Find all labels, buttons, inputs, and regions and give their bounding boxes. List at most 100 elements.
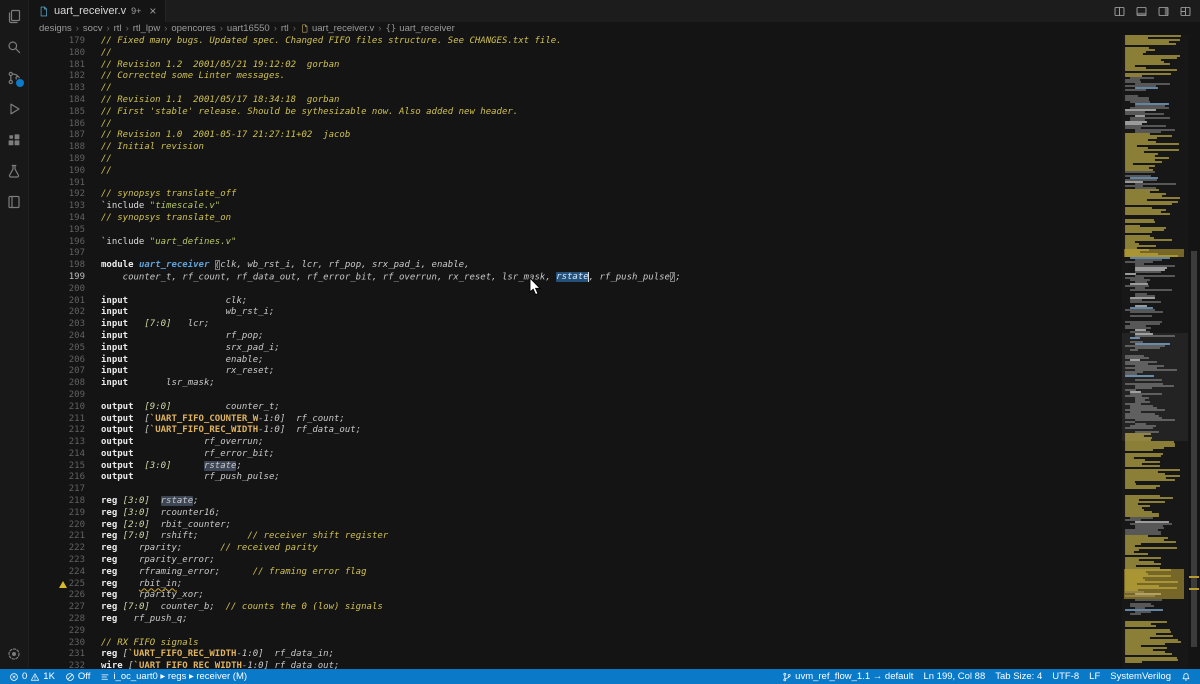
customize-layout-icon[interactable] bbox=[1179, 5, 1192, 18]
line-number[interactable]: 224 bbox=[29, 567, 85, 579]
line-number[interactable]: 230 bbox=[29, 638, 85, 650]
line-number[interactable]: 223 bbox=[29, 555, 85, 567]
breadcrumb-item-rtl-lpw[interactable]: rtl_lpw bbox=[133, 23, 160, 34]
status-item-branch[interactable]: uvm_ref_flow_1.1 → default bbox=[777, 669, 918, 684]
code-line[interactable]: 215output [3:0] rstate; bbox=[29, 461, 1122, 473]
line-number[interactable]: 193 bbox=[29, 201, 85, 213]
code-line[interactable]: 196`include "uart_defines.v" bbox=[29, 237, 1122, 249]
line-number[interactable]: 232 bbox=[29, 661, 85, 669]
notebook-icon[interactable] bbox=[0, 186, 28, 217]
line-number[interactable]: 198 bbox=[29, 260, 85, 272]
code-line[interactable]: 185// First 'stable' release. Should be … bbox=[29, 107, 1122, 119]
code-line[interactable]: 191 bbox=[29, 178, 1122, 190]
split-editor-icon[interactable] bbox=[1113, 5, 1126, 18]
line-number[interactable]: 204 bbox=[29, 331, 85, 343]
code-line[interactable]: 228reg rf_push_q; bbox=[29, 614, 1122, 626]
line-number[interactable]: 179 bbox=[29, 36, 85, 48]
explorer-icon[interactable] bbox=[0, 0, 28, 31]
breadcrumb-item-uart-receiver-v[interactable]: uart_receiver.v bbox=[300, 23, 374, 34]
line-number[interactable]: 188 bbox=[29, 142, 85, 154]
line-number[interactable]: 228 bbox=[29, 614, 85, 626]
line-number[interactable]: 183 bbox=[29, 83, 85, 95]
breadcrumb-item-opencores[interactable]: opencores bbox=[171, 23, 215, 34]
code-line[interactable]: 201input clk; bbox=[29, 296, 1122, 308]
line-number[interactable]: 203 bbox=[29, 319, 85, 331]
code-line[interactable]: 193`include "timescale.v" bbox=[29, 201, 1122, 213]
code-line[interactable]: 202input wb_rst_i; bbox=[29, 307, 1122, 319]
settings-gear-icon[interactable] bbox=[0, 638, 28, 669]
code-line[interactable]: 197 bbox=[29, 248, 1122, 260]
code-line[interactable]: 186// bbox=[29, 119, 1122, 131]
code-line[interactable]: 222reg rparity; // received parity bbox=[29, 543, 1122, 555]
minimap-slider[interactable] bbox=[1122, 333, 1188, 441]
status-item-eol[interactable]: LF bbox=[1084, 669, 1105, 684]
line-number[interactable]: 222 bbox=[29, 543, 85, 555]
code-line[interactable]: 227reg [7:0] counter_b; // counts the 0 … bbox=[29, 602, 1122, 614]
code-line[interactable]: 190// bbox=[29, 166, 1122, 178]
breadcrumb-item-rtl[interactable]: rtl bbox=[281, 23, 289, 34]
code-line[interactable]: 225reg rbit_in; bbox=[29, 579, 1122, 591]
line-number[interactable]: 199 bbox=[29, 272, 85, 284]
status-item-encoding[interactable]: UTF-8 bbox=[1047, 669, 1084, 684]
code-line[interactable]: 199 counter_t, rf_count, rf_data_out, rf… bbox=[29, 272, 1122, 284]
code-line[interactable]: 226reg rparity_xor; bbox=[29, 590, 1122, 602]
code-line[interactable]: 180// bbox=[29, 48, 1122, 60]
toggle-secondary-sidebar-icon[interactable] bbox=[1157, 5, 1170, 18]
code-line[interactable]: 223reg rparity_error; bbox=[29, 555, 1122, 567]
line-number[interactable]: 229 bbox=[29, 626, 85, 638]
code-line[interactable]: 183// bbox=[29, 83, 1122, 95]
line-number[interactable]: 185 bbox=[29, 107, 85, 119]
code-line[interactable]: 182// Corrected some Linter messages. bbox=[29, 71, 1122, 83]
line-number[interactable]: 182 bbox=[29, 71, 85, 83]
extensions-icon[interactable] bbox=[0, 124, 28, 155]
run-debug-icon[interactable] bbox=[0, 93, 28, 124]
line-number[interactable]: 212 bbox=[29, 425, 85, 437]
line-number[interactable]: 208 bbox=[29, 378, 85, 390]
code-line[interactable]: 212output [`UART_FIFO_REC_WIDTH-1:0] rf_… bbox=[29, 425, 1122, 437]
line-number[interactable]: 200 bbox=[29, 284, 85, 296]
breadcrumb-item-uart16550[interactable]: uart16550 bbox=[227, 23, 270, 34]
line-number[interactable]: 216 bbox=[29, 472, 85, 484]
code-line[interactable]: 189// bbox=[29, 154, 1122, 166]
code-line[interactable]: 230// RX FIFO signals bbox=[29, 638, 1122, 650]
code-line[interactable]: 214output rf_error_bit; bbox=[29, 449, 1122, 461]
code-line[interactable]: 211output [`UART_FIFO_COUNTER_W-1:0] rf_… bbox=[29, 414, 1122, 426]
line-number[interactable]: 186 bbox=[29, 119, 85, 131]
line-number[interactable]: 180 bbox=[29, 48, 85, 60]
code-line[interactable]: 220reg [2:0] rbit_counter; bbox=[29, 520, 1122, 532]
code-line[interactable]: 200 bbox=[29, 284, 1122, 296]
line-number[interactable]: 221 bbox=[29, 531, 85, 543]
code-line[interactable]: 198module uart_receiver (clk, wb_rst_i, … bbox=[29, 260, 1122, 272]
line-number[interactable]: 201 bbox=[29, 296, 85, 308]
line-number[interactable]: 218 bbox=[29, 496, 85, 508]
line-number[interactable]: 181 bbox=[29, 60, 85, 72]
code-line[interactable]: 210output [9:0] counter_t; bbox=[29, 402, 1122, 414]
search-icon[interactable] bbox=[0, 31, 28, 62]
code-line[interactable]: 219reg [3:0] rcounter16; bbox=[29, 508, 1122, 520]
code-line[interactable]: 221reg [7:0] rshift; // receiver shift r… bbox=[29, 531, 1122, 543]
code-line[interactable]: 231reg [`UART_FIFO_REC_WIDTH-1:0] rf_dat… bbox=[29, 649, 1122, 661]
line-number[interactable]: 184 bbox=[29, 95, 85, 107]
line-number[interactable]: 194 bbox=[29, 213, 85, 225]
breadcrumb-item-designs[interactable]: designs bbox=[39, 23, 72, 34]
status-item-indentation[interactable]: Tab Size: 4 bbox=[990, 669, 1047, 684]
code-line[interactable]: 216output rf_push_pulse; bbox=[29, 472, 1122, 484]
line-number[interactable]: 211 bbox=[29, 414, 85, 426]
line-number[interactable]: 217 bbox=[29, 484, 85, 496]
status-item-notifications[interactable] bbox=[1176, 669, 1196, 684]
code-line[interactable]: 218reg [3:0] rstate; bbox=[29, 496, 1122, 508]
code-line[interactable]: 207input rx_reset; bbox=[29, 366, 1122, 378]
line-number[interactable]: 205 bbox=[29, 343, 85, 355]
code-line[interactable]: 184// Revision 1.1 2001/05/17 18:34:18 g… bbox=[29, 95, 1122, 107]
line-number[interactable]: 190 bbox=[29, 166, 85, 178]
close-icon[interactable]: × bbox=[149, 5, 156, 17]
code-line[interactable]: 203input [7:0] lcr; bbox=[29, 319, 1122, 331]
code-line[interactable]: 206input enable; bbox=[29, 355, 1122, 367]
line-number[interactable]: 210 bbox=[29, 402, 85, 414]
code-line[interactable]: 192// synopsys translate_off bbox=[29, 189, 1122, 201]
status-item-cursor-position[interactable]: Ln 199, Col 88 bbox=[918, 669, 990, 684]
line-number[interactable]: 206 bbox=[29, 355, 85, 367]
breadcrumb-item-socv[interactable]: socv bbox=[83, 23, 103, 34]
code-line[interactable]: 217 bbox=[29, 484, 1122, 496]
line-number[interactable]: 196 bbox=[29, 237, 85, 249]
